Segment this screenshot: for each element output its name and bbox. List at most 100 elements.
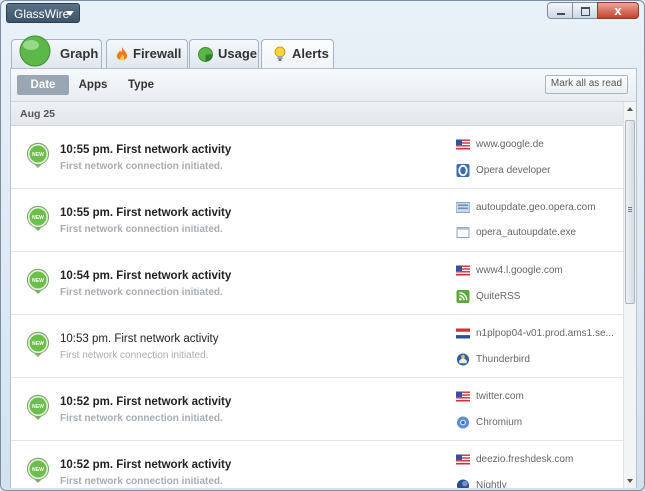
badge-label: NEW bbox=[32, 467, 44, 473]
subtab-apps[interactable]: Apps bbox=[73, 75, 113, 95]
alerts-scrollbar[interactable] bbox=[623, 102, 636, 488]
alerts-filter-bar: Date Apps Type Mark all as read bbox=[11, 69, 636, 102]
alert-row[interactable]: NEW 10:52 pm. First network activity Fir… bbox=[11, 378, 623, 441]
alert-app-label: Chromium bbox=[476, 417, 523, 428]
alert-app-label: Thunderbird bbox=[476, 354, 530, 365]
app-menu-button[interactable]: GlassWire bbox=[6, 3, 80, 23]
tab-graph-label: Graph bbox=[60, 46, 99, 61]
tab-usage[interactable]: Usage bbox=[189, 39, 259, 69]
alert-subtitle: First network connection initiated. bbox=[60, 161, 223, 172]
alert-subtitle: First network connection initiated. bbox=[60, 224, 223, 235]
alert-title: 10:55 pm. First network activity bbox=[60, 207, 232, 219]
minimize-button[interactable] bbox=[547, 2, 573, 19]
scrollbar-thumb[interactable] bbox=[625, 120, 635, 304]
alerts-panel: Date Apps Type Mark all as read Aug 25 N… bbox=[10, 68, 637, 488]
alert-host-label: deezio.freshdesk.com bbox=[476, 454, 574, 465]
alert-title: 10:52 pm. First network activity bbox=[60, 459, 232, 471]
tab-graph[interactable]: Graph bbox=[11, 35, 102, 69]
subtab-date[interactable]: Date bbox=[17, 75, 69, 95]
firewall-flame-icon bbox=[116, 47, 128, 61]
app-window: GlassWire x Graph Firewall Usage Alerts … bbox=[0, 0, 645, 491]
tab-firewall-label: Firewall bbox=[133, 46, 182, 61]
alert-row[interactable]: NEW 10:54 pm. First network activity Fir… bbox=[11, 252, 623, 315]
alert-host[interactable]: twitter.com bbox=[456, 391, 524, 402]
alert-row[interactable]: NEW 10:55 pm. First network activity Fir… bbox=[11, 189, 623, 252]
alert-host[interactable]: www4.l.google.com bbox=[456, 265, 563, 276]
chevron-down-icon bbox=[66, 11, 74, 16]
us-flag-icon bbox=[456, 265, 470, 276]
alert-subtitle: First network connection initiated. bbox=[60, 476, 223, 487]
tab-firewall[interactable]: Firewall bbox=[106, 39, 188, 69]
subtab-type[interactable]: Type bbox=[121, 75, 161, 95]
alert-row[interactable]: NEW 10:53 pm. First network activity Fir… bbox=[11, 315, 623, 378]
us-flag-icon bbox=[456, 391, 470, 402]
badge-label: NEW bbox=[32, 404, 44, 410]
alert-app[interactable]: Opera developer bbox=[456, 164, 551, 177]
alert-row[interactable]: NEW 10:52 pm. First network activity Fir… bbox=[11, 441, 623, 488]
scroll-down-icon[interactable] bbox=[627, 479, 633, 483]
alerts-list: NEW 10:55 pm. First network activity Fir… bbox=[11, 126, 623, 488]
graph-globe-icon bbox=[19, 35, 51, 67]
window-controls: x bbox=[547, 2, 639, 19]
nightly-icon bbox=[456, 479, 470, 488]
tab-usage-label: Usage bbox=[218, 46, 258, 61]
new-badge-icon: NEW bbox=[27, 205, 49, 231]
alert-host[interactable]: deezio.freshdesk.com bbox=[456, 454, 573, 465]
tab-alerts-label: Alerts bbox=[292, 46, 329, 61]
close-button[interactable]: x bbox=[597, 2, 639, 19]
new-badge-icon: NEW bbox=[27, 331, 49, 357]
alert-subtitle: First network connection initiated. bbox=[60, 413, 223, 424]
alert-title: 10:52 pm. First network activity bbox=[60, 396, 232, 408]
mark-all-read-button[interactable]: Mark all as read bbox=[545, 75, 628, 94]
date-group-header: Aug 25 bbox=[11, 102, 623, 126]
opera-icon bbox=[456, 164, 470, 177]
alert-host[interactable]: n1plpop04-v01.prod.ams1.se... bbox=[456, 328, 614, 339]
alert-host-label: twitter.com bbox=[476, 391, 524, 402]
alert-app[interactable]: opera_autoupdate.exe bbox=[456, 227, 576, 238]
alert-app-label: Opera developer bbox=[476, 165, 551, 176]
badge-label: NEW bbox=[32, 341, 44, 347]
scroll-up-icon[interactable] bbox=[627, 107, 633, 111]
usage-pie-icon bbox=[198, 47, 213, 62]
network-icon bbox=[456, 202, 470, 213]
badge-label: NEW bbox=[32, 215, 44, 221]
alert-app-label: Nightly bbox=[476, 480, 507, 488]
alert-title: 10:55 pm. First network activity bbox=[60, 144, 232, 156]
alert-host-label: autoupdate.geo.opera.com bbox=[476, 202, 596, 213]
alert-host[interactable]: www.google.de bbox=[456, 139, 544, 150]
badge-label: NEW bbox=[32, 152, 44, 158]
us-flag-icon bbox=[456, 139, 470, 150]
tab-alerts[interactable]: Alerts bbox=[261, 39, 334, 70]
app-menu-label: GlassWire bbox=[14, 7, 70, 21]
alert-app[interactable]: Chromium bbox=[456, 416, 522, 429]
exe-window-icon bbox=[456, 227, 470, 238]
alert-host[interactable]: autoupdate.geo.opera.com bbox=[456, 202, 596, 213]
nl-flag-icon bbox=[456, 328, 470, 339]
new-badge-icon: NEW bbox=[27, 394, 49, 420]
alert-app-label: opera_autoupdate.exe bbox=[476, 227, 577, 238]
alert-app-label: QuiteRSS bbox=[476, 291, 521, 302]
badge-label: NEW bbox=[32, 278, 44, 284]
new-badge-icon: NEW bbox=[27, 142, 49, 168]
alert-title: 10:54 pm. First network activity bbox=[60, 270, 232, 282]
alert-host-label: n1plpop04-v01.prod.ams1.se... bbox=[476, 328, 614, 339]
alert-host-label: www.google.de bbox=[476, 139, 544, 150]
rss-icon bbox=[456, 290, 470, 303]
close-icon: x bbox=[614, 3, 622, 18]
new-badge-icon: NEW bbox=[27, 268, 49, 294]
alert-subtitle: First network connection initiated. bbox=[60, 287, 223, 298]
alert-title: 10:53 pm. First network activity bbox=[60, 333, 219, 345]
alert-host-label: www4.l.google.com bbox=[476, 265, 563, 276]
alert-subtitle: First network connection initiated. bbox=[60, 350, 209, 361]
alert-app[interactable]: QuiteRSS bbox=[456, 290, 520, 303]
new-badge-icon: NEW bbox=[27, 457, 49, 483]
thunderbird-icon bbox=[456, 353, 470, 366]
alert-row[interactable]: NEW 10:55 pm. First network activity Fir… bbox=[11, 126, 623, 189]
grip-icon bbox=[628, 207, 632, 208]
chromium-icon bbox=[456, 416, 470, 429]
us-flag-icon bbox=[456, 454, 470, 465]
alerts-bulb-icon bbox=[274, 46, 286, 61]
alert-app[interactable]: Thunderbird bbox=[456, 353, 530, 366]
maximize-button[interactable] bbox=[572, 2, 598, 19]
alert-app[interactable]: Nightly bbox=[456, 479, 507, 488]
